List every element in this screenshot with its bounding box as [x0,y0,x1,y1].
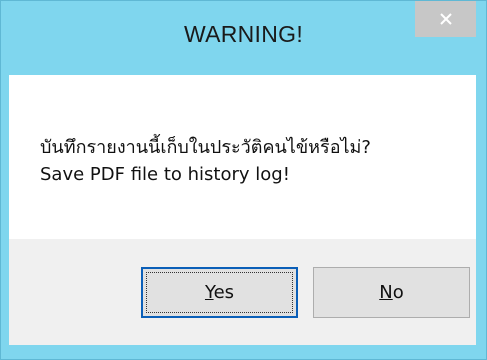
yes-button[interactable]: Yes [141,267,298,318]
no-label-rest: o [392,282,404,303]
dialog-window: WARNING! บันทึกรายงานนี้เก็บในประวัติคนไ… [0,0,487,360]
message-thai: บันทึกรายงานนี้เก็บในประวัติคนไข้หรือไม่… [40,137,371,158]
no-mnemonic: N [379,282,393,303]
dialog-title: WARNING! [183,21,304,47]
close-icon [439,13,452,25]
close-button[interactable] [415,1,476,37]
dialog-body: บันทึกรายงานนี้เก็บในประวัติคนไข้หรือไม่… [9,75,476,345]
no-label: No [379,282,403,303]
message-english: Save PDF file to history log! [40,164,290,185]
focus-ring [146,272,293,313]
title-bar[interactable]: WARNING! [1,1,486,75]
no-button[interactable]: No [313,267,470,318]
button-bar: Yes No [9,239,476,345]
